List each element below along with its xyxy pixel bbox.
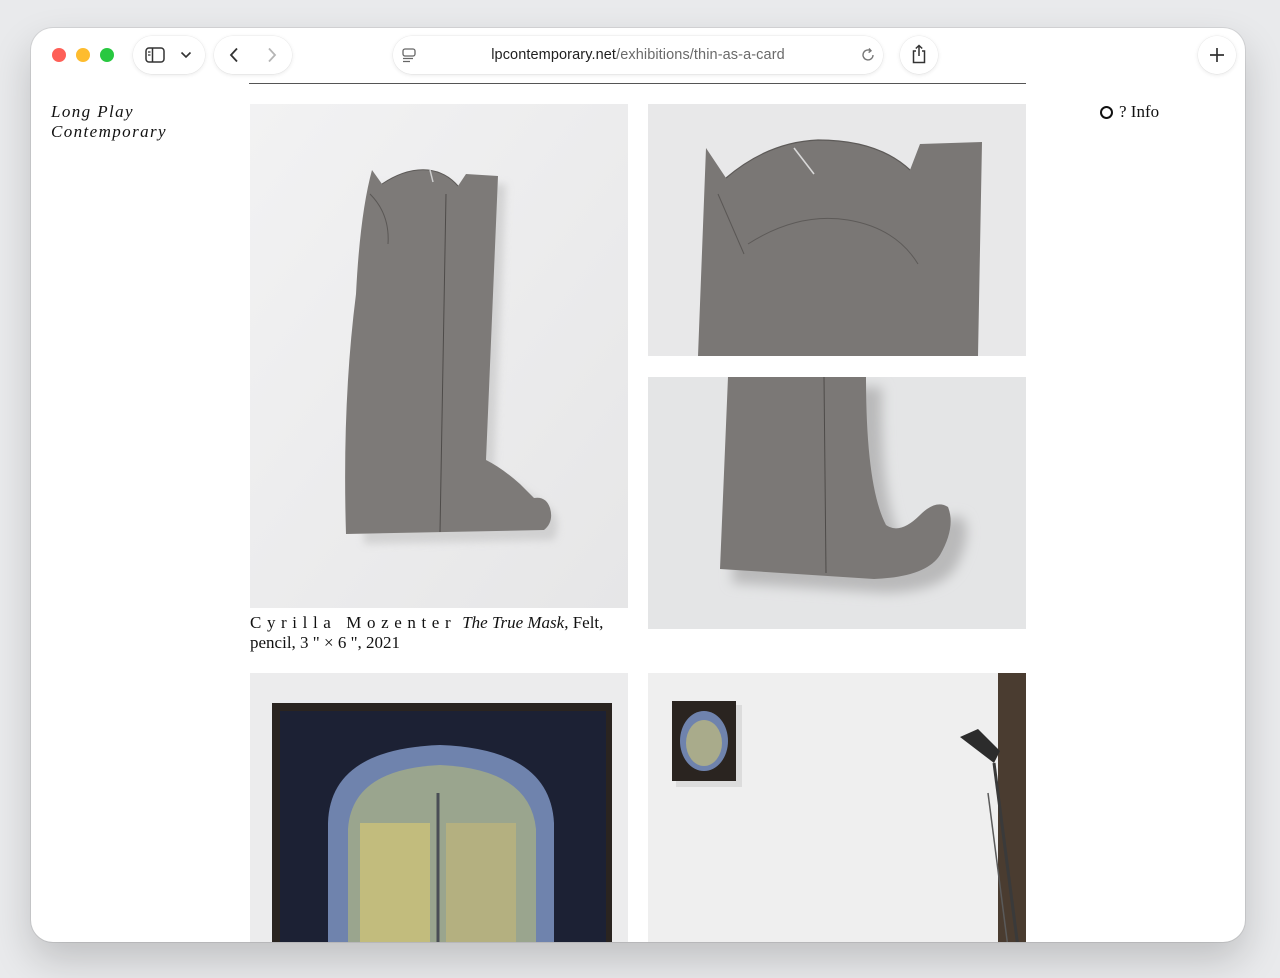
- chevron-down-icon[interactable]: [180, 51, 192, 59]
- share-icon: [912, 44, 926, 64]
- address-bar[interactable]: lpcontemporary.net/exhibitions/thin-as-a…: [393, 36, 883, 74]
- url-domain: lpcontemporary.net: [491, 47, 617, 63]
- artwork-title: The True Mask: [462, 613, 565, 632]
- plus-icon: [1210, 48, 1224, 62]
- sidebar-icon[interactable]: [145, 47, 165, 63]
- info-label: ? Info: [1119, 102, 1160, 121]
- site-logo-link[interactable]: Long Play Contemporary: [51, 102, 167, 142]
- browser-window: lpcontemporary.net/exhibitions/thin-as-a…: [31, 28, 1245, 942]
- artwork-photo-detail-top[interactable]: [648, 104, 1026, 356]
- site-title-line1: Long Play: [51, 102, 134, 121]
- artwork-caption: Cyrilla Mozenter The True Mask, Felt, pen…: [250, 613, 630, 653]
- felt-boot-image: [250, 104, 628, 608]
- zoom-window-button[interactable]: [100, 48, 114, 62]
- installation-view-image: [648, 673, 1026, 942]
- artist-name: Cyrilla Mozenter: [250, 613, 457, 632]
- artwork-photo-detail-bottom[interactable]: [648, 377, 1026, 629]
- close-window-button[interactable]: [52, 48, 66, 62]
- installation-view-photo[interactable]: [648, 673, 1026, 942]
- forward-arrow-icon[interactable]: [267, 47, 277, 63]
- url-text[interactable]: lpcontemporary.net/exhibitions/thin-as-a…: [393, 47, 883, 63]
- info-link[interactable]: ? Info: [1100, 102, 1159, 122]
- painting-photo-closeup[interactable]: [250, 673, 628, 942]
- navigation-group: [214, 36, 292, 74]
- felt-boot-top-image: [648, 104, 1026, 356]
- url-path: /exhibitions/thin-as-a-card: [616, 47, 785, 63]
- reload-icon[interactable]: [860, 47, 876, 63]
- painting-closeup-image: [250, 673, 628, 942]
- minimize-window-button[interactable]: [76, 48, 90, 62]
- circle-icon: [1100, 105, 1113, 119]
- felt-boot-bottom-image: [648, 377, 1026, 629]
- browser-toolbar: lpcontemporary.net/exhibitions/thin-as-a…: [31, 28, 1245, 84]
- site-title-line2: Contemporary: [51, 122, 167, 141]
- share-button[interactable]: [900, 36, 938, 74]
- artwork-photo-full[interactable]: [250, 104, 628, 608]
- new-tab-button[interactable]: [1198, 36, 1236, 74]
- sidebar-toggle-group: [133, 36, 205, 74]
- back-arrow-icon[interactable]: [229, 47, 239, 63]
